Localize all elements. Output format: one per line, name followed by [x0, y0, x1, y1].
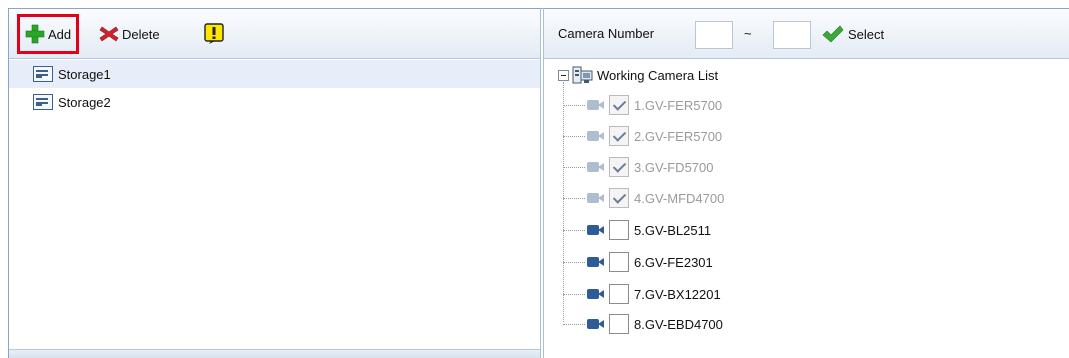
camera-label: 2.GV-FER5700	[634, 128, 723, 144]
storage-item-storage1[interactable]: Storage1	[9, 60, 540, 88]
camera-item[interactable]: 6.GV-FE2301	[563, 247, 713, 277]
tree-branch	[563, 104, 585, 106]
camera-checkbox[interactable]	[609, 220, 629, 240]
tree-branch	[563, 293, 585, 295]
camera-item[interactable]: 3.GV-FD5700	[563, 152, 714, 182]
camera-label: 1.GV-FER5700	[634, 97, 723, 113]
camera-list-icon	[572, 66, 593, 84]
camera-checkbox[interactable]	[609, 252, 629, 272]
camera-number-from-input[interactable]	[695, 21, 733, 49]
tree-branch	[563, 229, 585, 231]
range-separator: ~	[744, 26, 752, 41]
camera-icon	[587, 192, 604, 204]
tree-branch	[563, 323, 585, 325]
storage-label: Storage1	[58, 66, 111, 82]
tree-branch	[563, 197, 585, 199]
camera-panel: Camera Number ~ Select Working Camera Li…	[543, 8, 1069, 358]
plus-icon	[25, 24, 45, 44]
camera-checkbox[interactable]	[609, 314, 629, 334]
add-label: Add	[48, 26, 72, 42]
collapse-toggle[interactable]	[558, 69, 569, 81]
delete-button[interactable]: Delete	[99, 22, 160, 46]
camera-label: 4.GV-MFD4700	[634, 190, 725, 206]
delete-label: Delete	[122, 26, 160, 42]
camera-label: 7.GV-BX12201	[634, 286, 721, 302]
camera-checkbox[interactable]	[609, 284, 629, 304]
camera-item[interactable]: 2.GV-FER5700	[563, 121, 722, 151]
camera-number-label: Camera Number	[558, 26, 655, 41]
storage-toolbar: Add Delete	[9, 9, 540, 59]
camera-checkbox[interactable]	[609, 157, 629, 177]
exclamation-icon	[204, 23, 224, 44]
tree-branch	[563, 135, 585, 137]
select-button[interactable]: Select	[822, 22, 884, 46]
camera-item[interactable]: 8.GV-EBD4700	[563, 309, 723, 339]
camera-icon	[587, 130, 604, 142]
camera-icon	[587, 318, 604, 330]
camera-tree-root[interactable]: Working Camera List	[558, 64, 718, 86]
camera-label: 3.GV-FD5700	[634, 159, 714, 175]
check-icon	[822, 25, 844, 43]
tree-branch	[563, 261, 585, 263]
camera-item[interactable]: 7.GV-BX12201	[563, 279, 721, 309]
camera-icon	[587, 224, 604, 236]
alert-button[interactable]	[203, 22, 225, 46]
storage-item-storage2[interactable]: Storage2	[9, 88, 540, 116]
camera-number-to-input[interactable]	[773, 21, 811, 49]
camera-label: 5.GV-BL2511	[634, 222, 712, 238]
storage-panel-footer	[9, 349, 540, 358]
select-label: Select	[848, 26, 885, 42]
camera-checkbox[interactable]	[609, 126, 629, 146]
camera-label: 6.GV-FE2301	[634, 254, 713, 270]
camera-toolbar: Camera Number ~ Select	[544, 9, 1069, 59]
storage-panel: Add Delete Storage1 Storage2	[8, 8, 541, 358]
camera-item[interactable]: 4.GV-MFD4700	[563, 183, 724, 213]
storage-tree: Storage1 Storage2	[9, 60, 540, 116]
camera-icon	[587, 256, 604, 268]
camera-item[interactable]: 5.GV-BL2511	[563, 215, 711, 245]
camera-label: 8.GV-EBD4700	[634, 316, 723, 332]
camera-checkbox[interactable]	[609, 188, 629, 208]
camera-tree-root-label: Working Camera List	[597, 67, 719, 83]
storage-label: Storage2	[58, 94, 111, 110]
camera-icon	[587, 288, 604, 300]
camera-icon	[587, 99, 604, 111]
camera-checkbox[interactable]	[609, 95, 629, 115]
camera-icon	[587, 161, 604, 173]
add-button[interactable]: Add	[17, 14, 80, 54]
delete-x-icon	[99, 26, 119, 42]
storage-icon	[33, 66, 53, 82]
tree-branch	[563, 166, 585, 168]
storage-icon	[33, 94, 53, 110]
camera-item[interactable]: 1.GV-FER5700	[563, 90, 722, 120]
